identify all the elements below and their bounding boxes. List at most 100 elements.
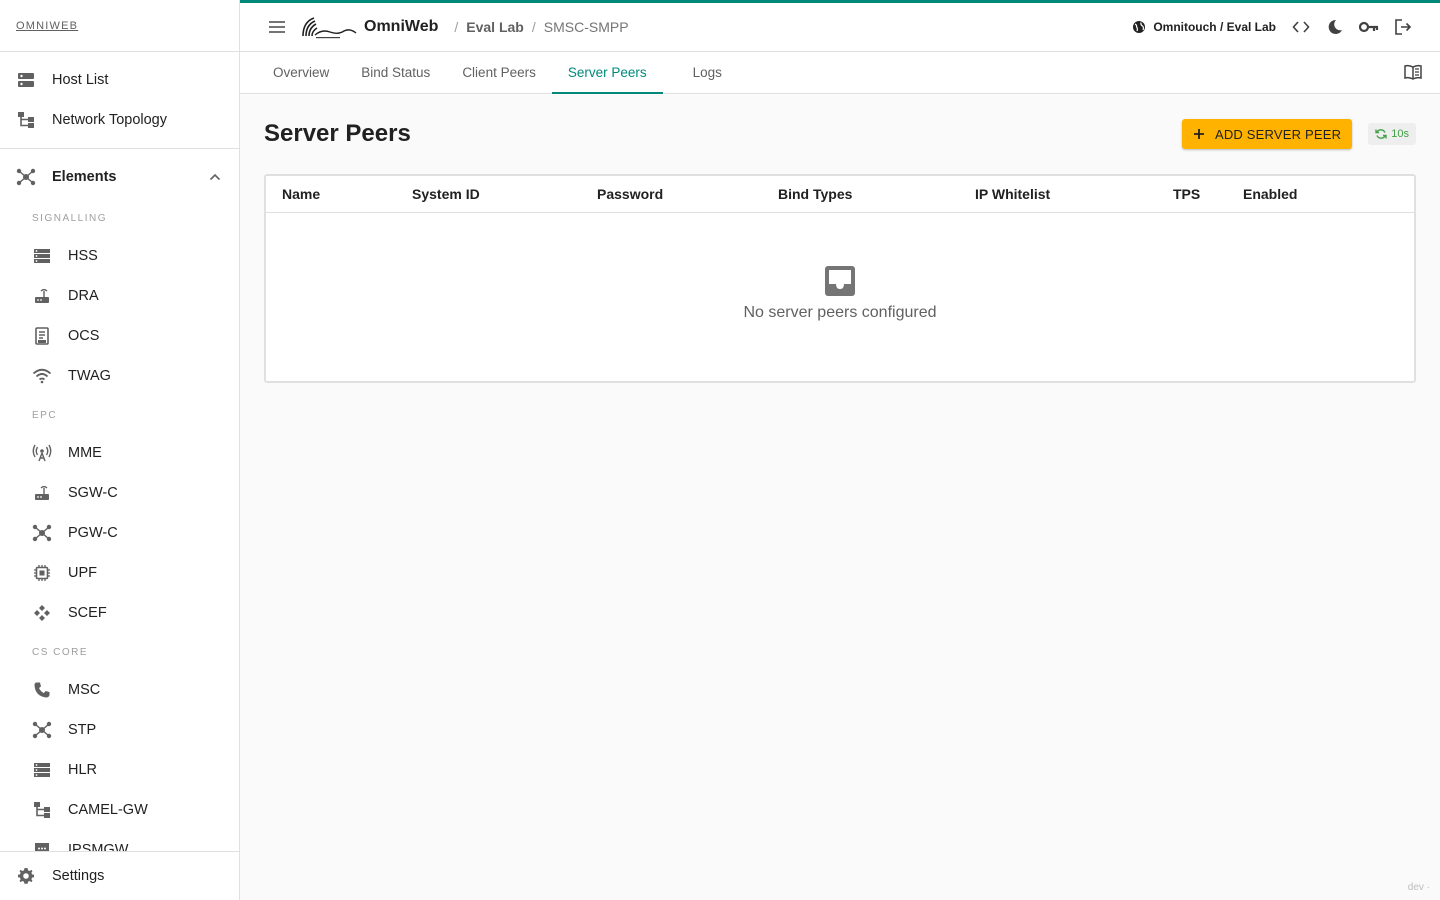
column-header-password[interactable]: Password	[597, 186, 663, 202]
topology-icon	[32, 800, 52, 820]
sidebar-item-label: HSS	[68, 248, 98, 264]
globe-icon	[1132, 20, 1146, 34]
sidebar-item-sgw-c[interactable]: SGW-C	[0, 473, 239, 513]
receipt-icon	[32, 326, 52, 346]
sidebar-item-mme[interactable]: MME	[0, 433, 239, 473]
refresh-interval: 10s	[1391, 128, 1409, 140]
wifi-icon	[32, 366, 52, 386]
router-icon	[32, 483, 52, 503]
page-title: Server Peers	[264, 120, 411, 147]
chip-icon	[32, 563, 52, 583]
main-content: Server Peers ADD SERVER PEER 10s Name Sy…	[240, 94, 1440, 900]
breadcrumb: / Eval Lab / SMSC-SMPP	[454, 19, 628, 35]
tab-overview[interactable]: Overview	[257, 52, 345, 93]
tab-bar: Overview Bind Status Client Peers Server…	[240, 52, 1440, 94]
plus-icon	[1193, 128, 1205, 140]
server-icon	[32, 246, 52, 266]
top-bar: OmniWeb / Eval Lab / SMSC-SMPP Omnitouch…	[240, 0, 1440, 52]
sidebar-item-ocs[interactable]: OCS	[0, 316, 239, 356]
column-header-tps[interactable]: TPS	[1173, 186, 1200, 202]
add-button-label: ADD SERVER PEER	[1214, 126, 1342, 142]
section-label-cs-core: CS CORE	[32, 647, 89, 658]
sidebar-item-upf[interactable]: UPF	[0, 553, 239, 593]
tab-server-peers[interactable]: Server Peers	[551, 52, 663, 94]
inbox-icon	[823, 264, 857, 298]
sidebar-item-msc[interactable]: MSC	[0, 670, 239, 710]
refresh-icon	[1375, 128, 1387, 140]
sidebar-item-scef[interactable]: SCEF	[0, 593, 239, 633]
sidebar-nav[interactable]: Host List Network Topology Elements SIGN…	[0, 52, 239, 851]
tab-bind-status[interactable]: Bind Status	[345, 52, 446, 93]
docs-book-icon[interactable]	[1404, 64, 1424, 84]
moon-icon	[1327, 19, 1343, 35]
sidebar-item-camel-gw[interactable]: CAMEL-GW	[0, 790, 239, 830]
empty-message: No server peers configured	[743, 304, 937, 321]
sidebar-item-stp[interactable]: STP	[0, 710, 239, 750]
sidebar-item-label: STP	[68, 722, 97, 738]
sidebar-item-label: IPSMGW	[68, 842, 129, 851]
sidebar: OMNIWEB Host List Network Topology Eleme…	[0, 0, 240, 900]
column-header-system-id[interactable]: System ID	[412, 186, 480, 202]
sidebar-item-dra[interactable]: DRA	[0, 276, 239, 316]
elements-group-label: Elements	[52, 169, 117, 185]
sidebar-item-twag[interactable]: TWAG	[0, 356, 239, 396]
settings-label: Settings	[52, 868, 105, 884]
sidebar-item-label: SCEF	[68, 605, 107, 621]
sidebar-item-network-topology[interactable]: Network Topology	[0, 100, 239, 140]
host-list-icon	[16, 70, 36, 90]
omnitouch-logo	[300, 14, 358, 40]
hub-icon	[32, 720, 52, 740]
topology-icon	[16, 110, 36, 130]
api-keys-button[interactable]	[1352, 10, 1386, 44]
tenant-label: Omnitouch / Eval Lab	[1153, 20, 1276, 34]
api-code-button[interactable]	[1284, 10, 1318, 44]
table-header: Name System ID Password Bind Types IP Wh…	[266, 176, 1414, 213]
section-label-signalling: SIGNALLING	[32, 213, 108, 224]
tenant-selector[interactable]: Omnitouch / Eval Lab	[1132, 20, 1276, 34]
sidebar-item-label: OCS	[68, 328, 100, 344]
column-header-ip-whitelist[interactable]: IP Whitelist	[975, 186, 1050, 202]
column-header-name[interactable]: Name	[282, 186, 320, 202]
tab-client-peers[interactable]: Client Peers	[446, 52, 552, 93]
breadcrumb-lab[interactable]: Eval Lab	[466, 19, 524, 35]
elements-group-header[interactable]: Elements	[0, 153, 239, 201]
breadcrumb-separator: /	[454, 19, 459, 35]
menu-toggle-button[interactable]	[257, 7, 297, 47]
sidebar-item-label: Host List	[52, 72, 109, 88]
sidebar-item-settings[interactable]: Settings	[0, 851, 239, 900]
sidebar-item-ipsmgw[interactable]: IPSMGW	[0, 830, 239, 851]
chevron-up-icon[interactable]	[209, 173, 221, 181]
column-header-bind-types[interactable]: Bind Types	[778, 186, 852, 202]
add-server-peer-button[interactable]: ADD SERVER PEER	[1181, 119, 1353, 149]
server-peers-table: Name System ID Password Bind Types IP Wh…	[264, 174, 1416, 383]
api-icon	[32, 603, 52, 623]
auto-refresh-chip[interactable]: 10s	[1368, 123, 1416, 145]
sidebar-item-label: CAMEL-GW	[68, 802, 148, 818]
sidebar-item-host-list[interactable]: Host List	[0, 60, 239, 100]
key-icon	[1359, 21, 1379, 33]
brand-link[interactable]: OMNIWEB	[16, 20, 78, 32]
empty-state: No server peers configured	[266, 213, 1414, 381]
logout-icon	[1394, 18, 1412, 36]
breadcrumb-separator: /	[531, 19, 536, 35]
column-header-enabled[interactable]: Enabled	[1243, 186, 1297, 202]
sidebar-item-pgw-c[interactable]: PGW-C	[0, 513, 239, 553]
sidebar-item-label: DRA	[68, 288, 99, 304]
brand-area: OMNIWEB	[0, 0, 239, 52]
sidebar-item-label: PGW-C	[68, 525, 118, 541]
sidebar-item-label: Network Topology	[52, 112, 167, 128]
page-header: Server Peers ADD SERVER PEER 10s	[264, 94, 1416, 174]
logout-button[interactable]	[1386, 10, 1420, 44]
phone-icon	[32, 680, 52, 700]
router-icon	[32, 286, 52, 306]
sidebar-item-label: MSC	[68, 682, 101, 698]
sidebar-item-label: HLR	[68, 762, 98, 778]
sidebar-item-label: TWAG	[68, 368, 111, 384]
breadcrumb-current: SMSC-SMPP	[543, 19, 629, 35]
tab-logs[interactable]: Logs	[663, 52, 752, 93]
sidebar-item-hlr[interactable]: HLR	[0, 750, 239, 790]
dark-mode-button[interactable]	[1318, 10, 1352, 44]
app-name: OmniWeb	[364, 18, 439, 35]
sidebar-item-hss[interactable]: HSS	[0, 236, 239, 276]
sidebar-item-label: UPF	[68, 565, 97, 581]
